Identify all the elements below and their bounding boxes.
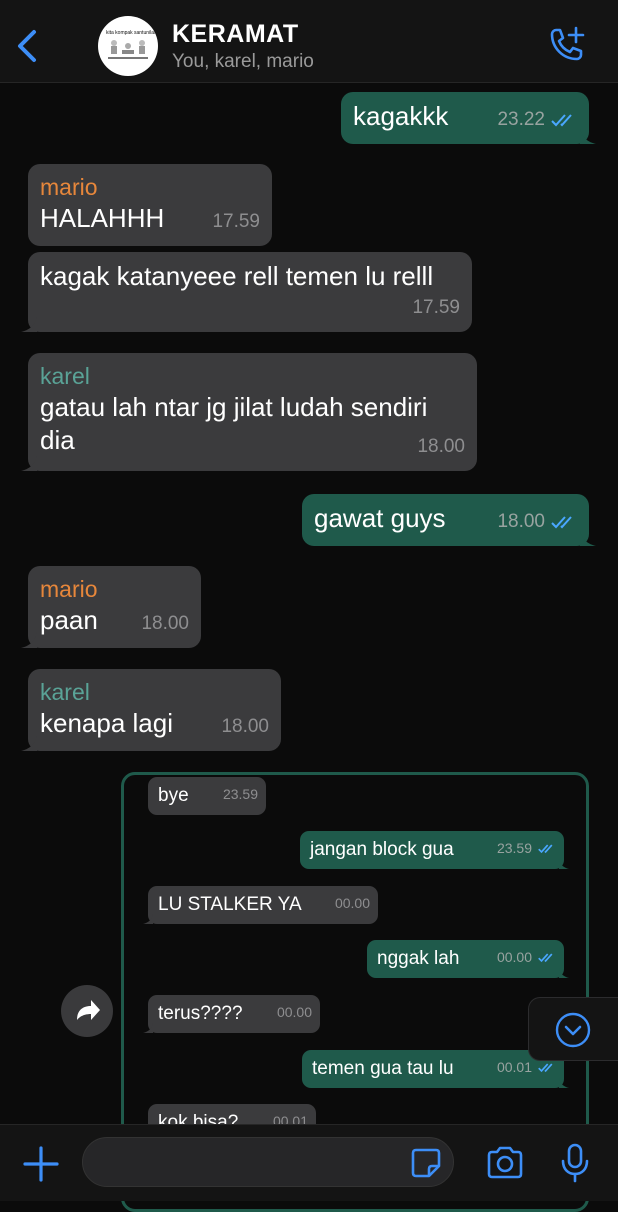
bubble-tail: [21, 632, 37, 648]
forwarded-meta: 00.00: [497, 938, 556, 976]
chat-title[interactable]: KERAMAT: [172, 20, 299, 49]
double-check-icon: [538, 843, 553, 853]
camera-icon[interactable]: [485, 1144, 525, 1182]
microphone-icon[interactable]: [560, 1142, 590, 1184]
forwarded-bubble: nggak lah 00.00: [367, 938, 569, 978]
double-check-icon: [551, 113, 572, 126]
message-meta: 17.59: [412, 291, 460, 324]
message-time: 18.00: [417, 436, 465, 457]
message-text: paan: [40, 605, 98, 635]
double-check-icon: [538, 1062, 553, 1072]
forwarded-time: 00.00: [334, 895, 370, 911]
message-bubble[interactable]: kagak katanyeee rell temen lu relll 17.5…: [21, 252, 472, 332]
bubble-tail: [21, 735, 37, 751]
sender-name[interactable]: mario: [40, 574, 189, 604]
forwarded-bubble: terus???? 00.00: [143, 995, 320, 1033]
plus-icon[interactable]: [22, 1145, 60, 1183]
forwarded-time: 00.01: [496, 1059, 532, 1075]
message-time: 18.00: [141, 613, 189, 634]
forwarded-time: 23.59: [222, 786, 258, 802]
bubble-tail: [21, 455, 37, 471]
message-text: kagak katanyeee rell temen lu relll: [40, 261, 434, 291]
message-meta: 23.22: [497, 103, 577, 136]
forward-button[interactable]: [61, 985, 113, 1037]
message-text: kenapa lagi: [40, 708, 173, 738]
bubble-tail: [21, 316, 37, 332]
bubble-tail: [559, 1078, 569, 1088]
forwarded-time: 23.59: [496, 840, 532, 856]
message-text: gawat guys: [314, 503, 446, 533]
chat-header: kita kompak santunilah KERAMAT You, kare…: [0, 0, 618, 83]
forwarded-text: nggak lah: [377, 948, 460, 969]
forwarded-bubble: temen gua tau lu 00.01: [302, 1050, 569, 1088]
sender-name[interactable]: karel: [40, 677, 269, 707]
group-avatar[interactable]: kita kompak santunilah: [98, 16, 158, 76]
bubble-tail: [143, 1023, 153, 1033]
forwarded-time: 00.00: [276, 1004, 312, 1020]
chat-participants[interactable]: You, karel, mario: [172, 51, 314, 73]
forwarded-bubble: LU STALKER YA 00.00: [143, 886, 378, 924]
message-meta: 18.00: [497, 505, 577, 538]
sender-name[interactable]: karel: [40, 361, 465, 391]
sticker-icon[interactable]: [410, 1147, 442, 1179]
double-check-icon: [538, 952, 553, 962]
forwarded-time: 00.00: [496, 949, 532, 965]
message-bubble[interactable]: mario paan 18.00: [21, 566, 201, 648]
forwarded-text: temen gua tau lu: [312, 1058, 454, 1079]
message-time: 23.22: [497, 109, 545, 130]
message-time: 17.59: [212, 211, 260, 232]
message-meta: 18.00: [141, 607, 189, 640]
message-text: gatau lah ntar jg jilat ludah sendiri di…: [40, 392, 428, 455]
message-bubble[interactable]: karel gatau lah ntar jg jilat ludah send…: [21, 353, 477, 471]
message-meta: 18.00: [417, 430, 465, 463]
bubble-tail: [559, 968, 569, 978]
avatar-text-right: santunilah: [134, 30, 157, 36]
message-input[interactable]: [82, 1137, 454, 1187]
message-text: HALAHHH: [40, 203, 165, 233]
message-time: 18.00: [497, 511, 545, 532]
message-bubble[interactable]: kagakkk 23.22: [341, 92, 596, 144]
bubble-tail: [580, 530, 596, 546]
forwarded-text: jangan block gua: [310, 839, 454, 860]
message-composer: [0, 1124, 618, 1201]
double-check-icon: [551, 515, 572, 528]
message-text: kagakkk: [353, 101, 449, 131]
avatar-figures: [108, 40, 148, 59]
forward-icon: [77, 1000, 100, 1020]
forwarded-text: bye: [158, 785, 189, 806]
forwarded-text: terus????: [158, 1003, 243, 1024]
scroll-down-icon: [555, 1012, 591, 1048]
forwarded-bubble: bye 23.59: [148, 777, 266, 815]
bubble-tail: [580, 128, 596, 144]
bubble-tail: [143, 914, 153, 924]
message-meta: 18.00: [221, 710, 269, 743]
message-time: 17.59: [412, 297, 460, 318]
sender-name[interactable]: mario: [40, 172, 260, 202]
message-bubble[interactable]: mario HALAHHH 17.59: [28, 164, 272, 246]
forwarded-meta: 23.59: [497, 829, 556, 867]
forwarded-text: LU STALKER YA: [158, 894, 302, 915]
message-time: 18.00: [221, 716, 269, 737]
scroll-to-bottom-button[interactable]: [528, 997, 618, 1061]
forwarded-bubble: jangan block gua 23.59: [300, 829, 569, 869]
back-chevron-icon[interactable]: [10, 24, 44, 68]
message-bubble[interactable]: gawat guys 18.00: [302, 494, 596, 546]
add-call-icon[interactable]: [546, 26, 586, 66]
bubble-tail: [559, 859, 569, 869]
message-bubble[interactable]: karel kenapa lagi 18.00: [21, 669, 281, 751]
avatar-text-left: kita kompak: [106, 30, 133, 36]
message-meta: 17.59: [212, 205, 260, 238]
